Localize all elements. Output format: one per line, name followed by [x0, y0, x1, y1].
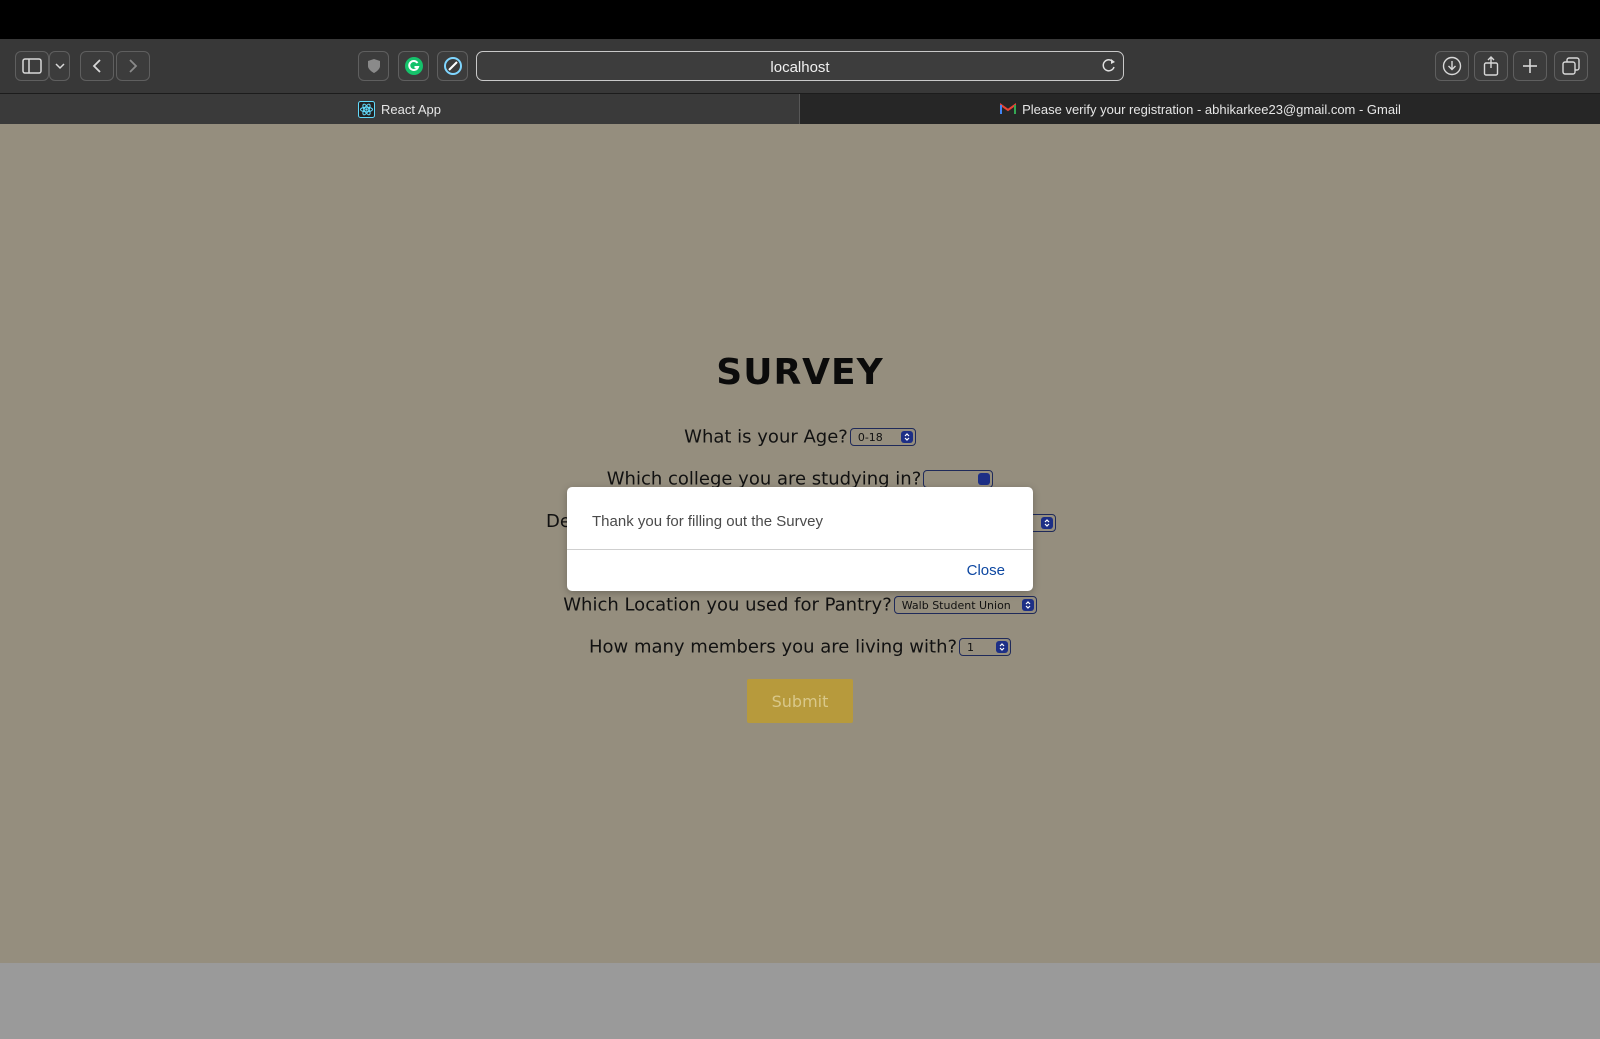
survey-title: SURVEY	[716, 352, 884, 393]
back-button[interactable]	[80, 51, 114, 81]
browser-toolbar: localhost	[0, 39, 1600, 93]
select-arrows-icon	[978, 473, 991, 485]
downloads-button[interactable]	[1435, 51, 1469, 81]
url-text: localhost	[770, 59, 830, 76]
thank-you-dialog: Thank you for filling out the Survey Clo…	[567, 487, 1033, 591]
react-icon	[358, 100, 375, 118]
sidebar-menu-button[interactable]	[49, 51, 70, 81]
sidebar-toggle-button[interactable]	[15, 51, 49, 81]
tab-label: Please verify your registration - abhika…	[1022, 101, 1401, 117]
grammarly-extension-button[interactable]	[398, 51, 429, 81]
tab-gmail[interactable]: Please verify your registration - abhika…	[799, 94, 1600, 124]
select-arrows-icon	[1021, 599, 1034, 611]
download-icon	[1442, 56, 1462, 76]
chevron-right-icon	[129, 59, 138, 73]
chevron-left-icon	[92, 59, 101, 73]
tab-overview-button[interactable]	[1554, 51, 1588, 81]
compass-extension-button[interactable]	[437, 51, 468, 81]
chevron-down-icon	[54, 63, 65, 70]
reload-icon[interactable]	[1101, 57, 1117, 73]
dialog-message: Thank you for filling out the Survey	[592, 513, 823, 530]
privacy-shield-button[interactable]	[358, 51, 389, 81]
question-label: What is your Age?	[684, 426, 848, 448]
share-button[interactable]	[1474, 51, 1508, 81]
college-select[interactable]	[923, 470, 994, 488]
gmail-icon	[999, 101, 1016, 118]
forward-button[interactable]	[116, 51, 150, 81]
dialog-close-button[interactable]: Close	[967, 562, 1005, 579]
shield-icon	[367, 59, 380, 73]
question-pantry-location: Which Location you used for Pantry? Walb …	[0, 594, 1600, 616]
question-age: What is your Age? 0-18	[0, 426, 1600, 448]
plus-icon	[1523, 59, 1537, 73]
tab-react-app[interactable]: React App	[0, 94, 799, 124]
page-bottom-area	[0, 963, 1600, 1039]
tab-bar: React App Please verify your registratio…	[0, 93, 1600, 124]
new-tab-button[interactable]	[1513, 51, 1547, 81]
compass-icon	[443, 57, 462, 75]
select-arrows-icon	[900, 431, 913, 443]
household-members-select[interactable]: 1	[959, 638, 1012, 656]
tab-label: React App	[381, 101, 441, 117]
age-select[interactable]: 0-18	[849, 428, 916, 446]
grammarly-icon	[404, 57, 423, 75]
dialog-divider	[567, 549, 1033, 550]
share-icon	[1483, 56, 1499, 76]
sidebar-icon	[22, 58, 42, 74]
tabs-overview-icon	[1562, 57, 1580, 75]
select-arrows-icon	[996, 641, 1009, 653]
address-bar[interactable]: localhost	[476, 51, 1124, 81]
top-black-bar	[0, 0, 1600, 39]
question-label: How many members you are living with?	[588, 636, 958, 658]
select-arrows-icon	[1041, 517, 1053, 529]
pantry-location-select[interactable]: Walb Student Union	[893, 596, 1037, 614]
submit-button[interactable]: Submit	[747, 679, 853, 723]
question-label: Which Location you used for Pantry?	[563, 594, 892, 616]
question-household-members: How many members you are living with? 1	[0, 636, 1600, 658]
